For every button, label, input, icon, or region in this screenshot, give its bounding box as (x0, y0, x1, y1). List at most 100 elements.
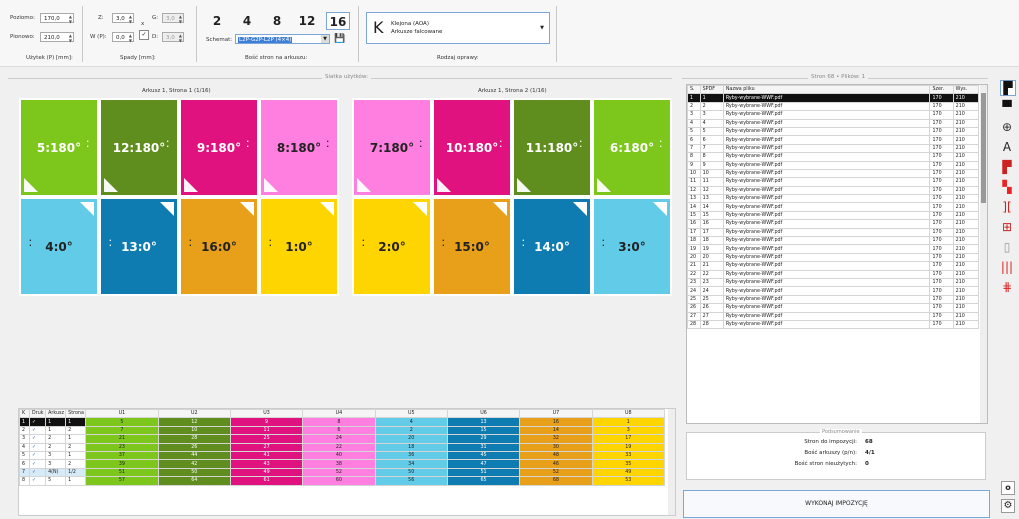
sheet2-bottom-page-4[interactable]: 3:0° · · (592, 197, 672, 296)
file-row[interactable]: 7 7 Ryby-wybrane-WWF.pdf 170 210 (687, 143, 980, 154)
file-row[interactable]: 9 9 Ryby-wybrane-WWF.pdf 170 210 (687, 160, 980, 170)
sheet2-top-page-2[interactable]: 10:180° · · (432, 98, 512, 197)
oprawa-select[interactable]: K Klejona (AOA) Arkusze falcowane ▼ (366, 12, 550, 44)
schemat-select[interactable]: L2P-G2P-L2P (4×4) ▼ (235, 34, 330, 44)
red-lines-icon[interactable]: ||| (1000, 260, 1014, 274)
file-row[interactable]: 6 6 Ryby-wybrane-WWF.pdf 170 210 (687, 135, 980, 145)
table-row[interactable]: 1 ✓ 1 1 5 12 9 8 4 13 16 1 (19, 417, 666, 427)
table-row[interactable]: 2 ✓ 1 2 7 10 11 6 2 15 14 3 (19, 425, 666, 436)
text-A-icon[interactable]: A (1000, 140, 1014, 154)
file-row[interactable]: 18 18 Ryby-wybrane-WWF.pdf 170 210 (687, 236, 980, 246)
table-row[interactable]: 6 ✓ 3 2 39 42 43 38 34 47 46 35 (19, 459, 666, 469)
file-row[interactable]: 3 3 Ryby-wybrane-WWF.pdf 170 210 (687, 110, 980, 120)
file-row[interactable]: 2 2 Ryby-wybrane-WWF.pdf 170 210 (687, 101, 980, 112)
sheet2-bottom-page-3[interactable]: 14:0° · · (512, 197, 592, 296)
file-row[interactable]: 19 19 Ryby-wybrane-WWF.pdf 170 210 (687, 244, 980, 254)
file-row[interactable]: 22 22 Ryby-wybrane-WWF.pdf 170 210 (687, 269, 980, 280)
table-row[interactable]: 3 ✓ 2 1 21 28 25 24 20 29 32 17 (19, 434, 666, 444)
g-input[interactable]: 3,0 ▲ ▼ (162, 13, 184, 24)
pages-16-button[interactable]: 16 (326, 12, 350, 30)
file-row[interactable]: 27 27 Ryby-wybrane-WWF.pdf 170 210 (687, 311, 980, 321)
table-row[interactable]: 7 ✓ 4(N) 1/2 51 50 49 52 50 51 52 49 (19, 467, 666, 478)
file-row[interactable]: 21 21 Ryby-wybrane-WWF.pdf 170 210 (687, 261, 980, 271)
table-scrollbar[interactable] (668, 409, 675, 515)
column-header[interactable]: U6 (446, 409, 521, 419)
color-bar-icon[interactable]: ▛ (1000, 160, 1014, 174)
top-fold-icon[interactable]: ▀ (1000, 100, 1014, 114)
pages-4-button[interactable]: 4 (236, 12, 258, 30)
sheet2-bottom-page-2[interactable]: 15:0° · · (432, 197, 512, 296)
sheet1-top-page-3[interactable]: 9:180° · · (179, 98, 259, 197)
sheet1-bottom-page-3[interactable]: 16:0° · · (179, 197, 259, 296)
column-header[interactable]: U1 (85, 409, 159, 419)
page-gray-icon[interactable]: ▯ (1000, 240, 1014, 254)
file-row[interactable]: 28 28 Ryby-wybrane-WWF.pdf 170 210 (687, 319, 980, 330)
red-fold-icon[interactable]: ▚ (1000, 180, 1014, 194)
sheet1-bottom-page-1[interactable]: 4:0° · · (19, 197, 99, 296)
file-row[interactable]: 13 13 Ryby-wybrane-WWF.pdf 170 210 (687, 194, 980, 204)
file-list-scrollbar[interactable] (980, 85, 987, 423)
column-header[interactable]: Druk (29, 409, 47, 419)
file-row[interactable]: 5 5 Ryby-wybrane-WWF.pdf 170 210 (687, 126, 980, 137)
column-header[interactable]: Nazwa pliku (722, 85, 931, 95)
pages-12-button[interactable]: 12 (296, 12, 318, 30)
execute-imposition-button[interactable]: WYKONAJ IMPOZYCJĘ (683, 490, 990, 518)
d-input[interactable]: 3,0 ▲ ▼ (162, 32, 184, 43)
column-split-icon[interactable]: ][ (1000, 200, 1014, 214)
sheet2-bottom-page-1[interactable]: 2:0° · · (352, 197, 432, 296)
crosshair-icon[interactable]: ⊕ (1000, 120, 1014, 134)
file-row[interactable]: 12 12 Ryby-wybrane-WWF.pdf 170 210 (687, 185, 980, 196)
sheet2-top-page-1[interactable]: 7:180° · · (352, 98, 432, 197)
top-left-fold-icon[interactable]: ▛ (1000, 80, 1016, 96)
file-row[interactable]: 16 16 Ryby-wybrane-WWF.pdf 170 210 (687, 219, 980, 229)
file-row[interactable]: 8 8 Ryby-wybrane-WWF.pdf 170 210 (687, 152, 980, 162)
file-row[interactable]: 1 1 Ryby-wybrane-WWF.pdf 170 210 (687, 93, 980, 103)
file-row[interactable]: 17 17 Ryby-wybrane-WWF.pdf 170 210 (687, 227, 980, 238)
file-row[interactable]: 24 24 Ryby-wybrane-WWF.pdf 170 210 (687, 286, 980, 296)
file-row[interactable]: 25 25 Ryby-wybrane-WWF.pdf 170 210 (687, 294, 980, 305)
grid-icon[interactable]: ⊞ (1000, 220, 1014, 234)
column-header[interactable]: Strona (65, 409, 87, 419)
cut-marks-icon[interactable]: ⋕ (1000, 280, 1014, 294)
table-row[interactable]: 8 ✓ 5 1 57 64 61 60 56 65 68 53 (19, 476, 666, 486)
column-header[interactable]: U4 (302, 409, 376, 419)
file-row[interactable]: 10 10 Ryby-wybrane-WWF.pdf 170 210 (687, 168, 980, 179)
sheet1-bottom-page-2[interactable]: 13:0° · · (99, 197, 179, 296)
column-header[interactable]: U3 (229, 409, 304, 419)
column-header[interactable]: Arkusz (45, 409, 67, 419)
column-header[interactable]: SPDF (699, 85, 724, 95)
pages-8-button[interactable]: 8 (266, 12, 288, 30)
column-header[interactable]: Szer. (929, 85, 954, 95)
column-header[interactable]: U5 (374, 409, 448, 419)
file-row[interactable]: 23 23 Ryby-wybrane-WWF.pdf 170 210 (687, 277, 980, 288)
table-row[interactable]: 4 ✓ 2 2 23 26 27 22 18 31 30 19 (19, 442, 666, 452)
table-row[interactable]: 5 ✓ 3 1 37 44 41 40 36 45 48 33 (19, 450, 666, 461)
link-checkbox[interactable]: ✓ (139, 30, 149, 40)
pages-2-button[interactable]: 2 (206, 12, 228, 30)
column-header[interactable]: U8 (591, 409, 666, 419)
sheet1-bottom-page-4[interactable]: 1:0° · · (259, 197, 339, 296)
sheet1-top-page-1[interactable]: 5:180° · · (19, 98, 99, 197)
sheet2-top-page-4[interactable]: 6:180° · · (592, 98, 672, 197)
file-row[interactable]: 20 20 Ryby-wybrane-WWF.pdf 170 210 (687, 252, 980, 263)
sheet1-top-page-4[interactable]: 8:180° · · (259, 98, 339, 197)
sheet2-top-page-3[interactable]: 11:180° · · (512, 98, 592, 197)
file-row[interactable]: 4 4 Ryby-wybrane-WWF.pdf 170 210 (687, 118, 980, 128)
column-header[interactable]: Wys. (952, 85, 980, 95)
file-row[interactable]: 14 14 Ryby-wybrane-WWF.pdf 170 210 (687, 202, 980, 212)
info-button[interactable]: o (1001, 481, 1015, 495)
z-input[interactable]: 3,0 ▲ ▼ (112, 13, 134, 24)
column-header[interactable]: U2 (157, 409, 231, 419)
column-header[interactable]: S. (687, 85, 701, 95)
file-row[interactable]: 11 11 Ryby-wybrane-WWF.pdf 170 210 (687, 177, 980, 187)
file-row[interactable]: 26 26 Ryby-wybrane-WWF.pdf 170 210 (687, 303, 980, 313)
save-schema-icon[interactable]: 💾 (334, 34, 345, 44)
sheet1-top-page-2[interactable]: 12:180° · · (99, 98, 179, 197)
pionowo-input[interactable]: 210,0 ▲ ▼ (40, 32, 74, 43)
poziomo-input[interactable]: 170,0 ▲ ▼ (40, 13, 74, 24)
column-header[interactable]: K (19, 409, 31, 419)
column-header[interactable]: U7 (519, 409, 593, 419)
settings-gear-icon[interactable]: ⚙ (1001, 499, 1015, 513)
wp-input[interactable]: 0,0 ▲ ▼ (112, 32, 134, 43)
file-row[interactable]: 15 15 Ryby-wybrane-WWF.pdf 170 210 (687, 210, 980, 221)
